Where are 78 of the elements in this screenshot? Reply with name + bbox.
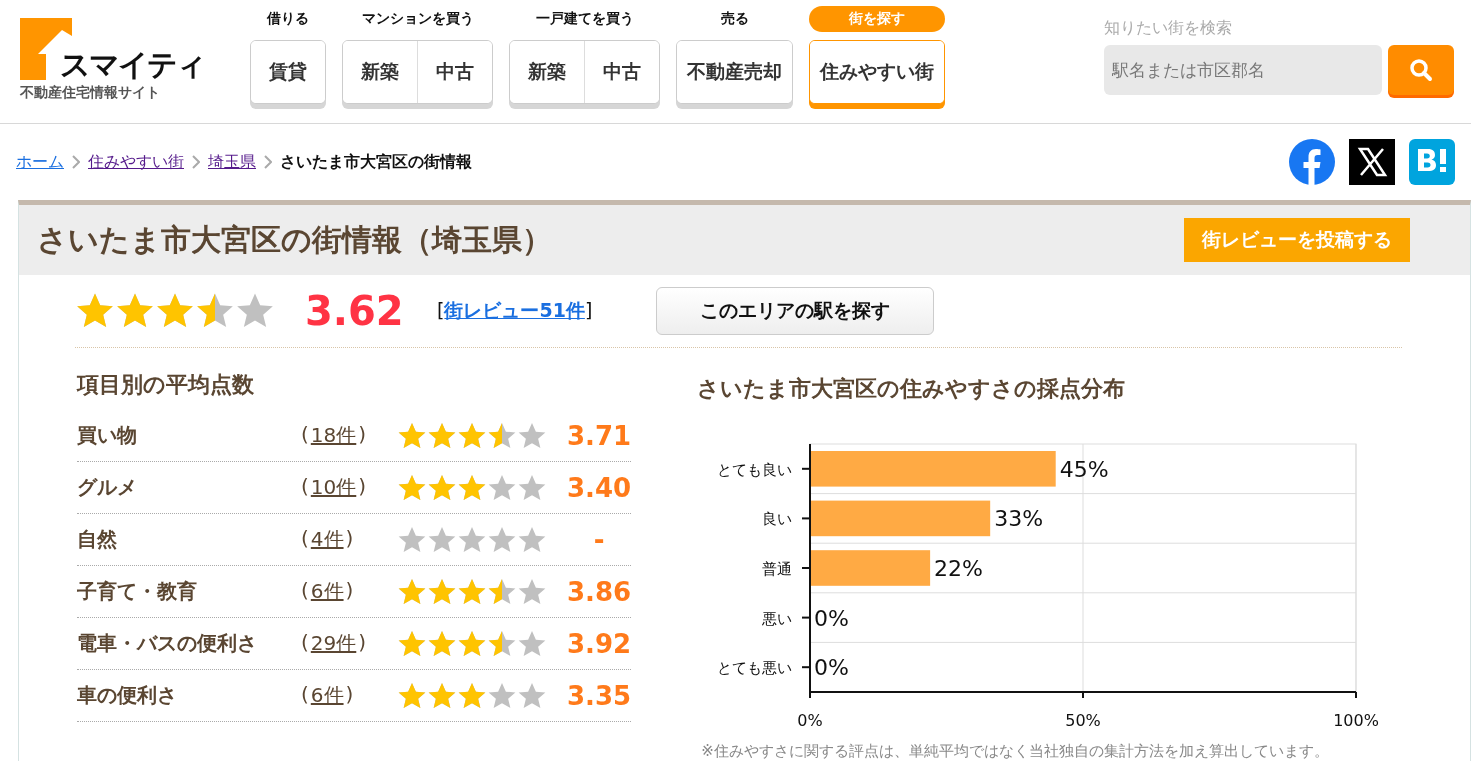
category-score: 3.92 [567, 628, 632, 659]
review-count-link[interactable]: 18件 [310, 422, 357, 449]
category-score: 3.40 [567, 472, 632, 503]
chevron-icon [72, 155, 80, 169]
chart-title: さいたま市大宮区の住みやすさの採点分布 [697, 375, 1127, 403]
parenthesis: ( [301, 422, 309, 448]
footnote: ※住みやすさに関する評点は、単純平均ではなく当社独自の集計方法を加え算出しています。 [701, 742, 1330, 761]
parenthesis: ( [301, 526, 309, 552]
category-name: 買い物 [77, 422, 138, 449]
review-count-link[interactable]: 10件 [310, 474, 357, 501]
chevron-icon [264, 155, 272, 169]
bracket: [ [437, 299, 445, 321]
review-count-link[interactable]: 4件 [310, 526, 344, 553]
breadcrumb-link[interactable]: ホーム [16, 151, 64, 173]
parenthesis: ) [345, 578, 354, 604]
parenthesis: ) [345, 682, 354, 708]
category-name: 自然 [77, 526, 118, 553]
breadcrumb-link[interactable]: 埼玉県 [208, 151, 256, 173]
facebook-icon[interactable] [1289, 139, 1335, 185]
parenthesis: ( [301, 682, 309, 708]
nav-heading: 一戸建てを買う [534, 9, 635, 28]
tick-label: 50% [1065, 711, 1101, 730]
section-heading: 項目別の平均点数 [77, 371, 255, 399]
overall-score: 3.62 [305, 288, 405, 334]
category-name: 車の便利さ [77, 682, 178, 709]
nav-button[interactable]: 中古 [417, 41, 492, 103]
review-count-link[interactable]: 6件 [310, 682, 344, 709]
parenthesis: ) [358, 474, 367, 500]
parenthesis: ) [345, 526, 354, 552]
tick-label: 0% [797, 711, 823, 730]
value-label: 22% [934, 556, 984, 581]
chevron-icon [192, 155, 200, 169]
value-label: 33% [994, 506, 1044, 532]
category-label: とても悪い [717, 659, 793, 678]
value-label: 0% [814, 605, 850, 631]
value-label: 0% [814, 655, 850, 681]
category-name: 電車・バスの便利さ [77, 630, 258, 657]
bookmark-b-icon[interactable] [1409, 139, 1455, 185]
tick-label: 100% [1333, 711, 1380, 730]
logo-text: スマイティ [60, 50, 205, 80]
search-button[interactable] [1388, 45, 1454, 95]
parenthesis: ) [358, 630, 367, 656]
category-score: 3.35 [567, 680, 632, 711]
category-label: 普通 [762, 560, 793, 578]
review-count-link[interactable]: 6件 [310, 578, 344, 605]
nav-button[interactable]: 賃貸 [251, 41, 325, 103]
nav-heading: 売る [719, 9, 750, 28]
nav-button[interactable]: 不動産売却 [677, 41, 792, 103]
x-logo-icon[interactable] [1349, 139, 1395, 185]
review-count-link[interactable]: 街レビュー51件 [444, 299, 585, 321]
review-count-link[interactable]: 29件 [310, 630, 357, 657]
find-station-button[interactable]: このエリアの駅を探す [656, 287, 935, 335]
category-score: - [592, 524, 606, 555]
category-name: グルメ [77, 474, 138, 501]
breadcrumb-current: さいたま市大宮区の街情報 [280, 151, 472, 173]
bracket: ] [584, 299, 593, 321]
category-name: 子育て・教育 [77, 578, 198, 605]
nav-heading-pill: 街を探す [809, 6, 945, 32]
category-label: とても良い [717, 460, 793, 479]
category-label: 悪い [762, 609, 793, 628]
parenthesis: ( [301, 630, 309, 656]
parenthesis: ) [358, 422, 367, 448]
page-title: さいたま市大宮区の街情報（埼玉県） [37, 220, 552, 259]
search-field[interactable]: 駅名または市区郡名 [1104, 45, 1382, 95]
breadcrumb-link[interactable]: 住みやすい街 [88, 151, 184, 173]
category-score: 3.71 [567, 420, 632, 451]
parenthesis: ( [301, 578, 309, 604]
value-label: 45% [1059, 456, 1109, 482]
search-label: 知りたい街を検索 [1104, 18, 1233, 39]
nav-button[interactable]: 中古 [584, 41, 659, 103]
logo-tagline: 不動産住宅情報サイト [20, 84, 161, 102]
search-icon [1409, 58, 1433, 82]
category-score: 3.86 [567, 576, 632, 607]
nav-heading: マンションを買う [360, 9, 475, 28]
category-label: 良い [762, 510, 793, 529]
nav-button[interactable]: 住みやすい街 [810, 41, 944, 103]
parenthesis: ( [301, 474, 309, 500]
nav-heading: 借りる [266, 9, 310, 28]
